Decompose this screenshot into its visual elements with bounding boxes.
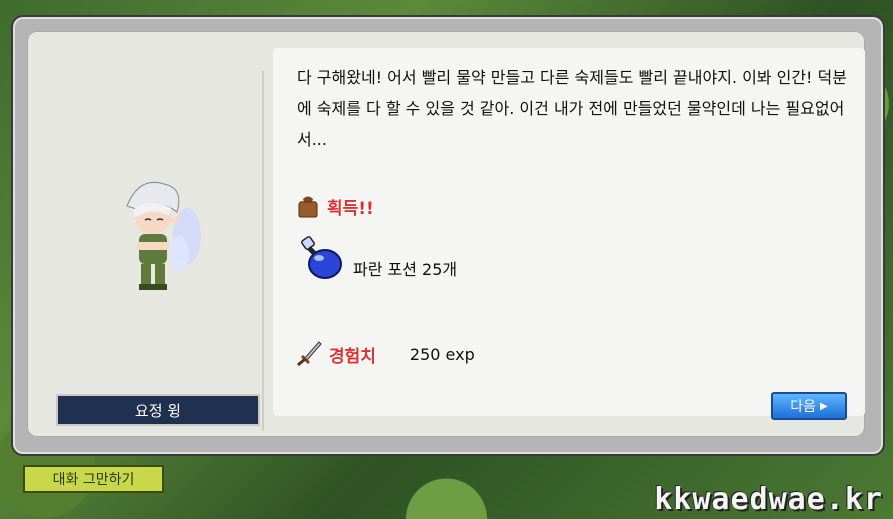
reward-item-label: 파란 포션 25개 (353, 260, 458, 279)
arrow-right-icon: ▶ (820, 400, 828, 412)
bag-icon (298, 196, 318, 218)
watermark: kkwaedwae.kr (654, 482, 883, 517)
next-button-label: 다음 (790, 399, 817, 415)
exp-value: 250 exp (409, 344, 475, 364)
sword-icon (297, 341, 322, 367)
exp-reward-row: 경험치 250 exp (295, 340, 475, 368)
blue-potion-icon (301, 236, 342, 279)
end-chat-button[interactable]: 대화 그만하기 (23, 465, 164, 493)
panel-divider (262, 71, 264, 431)
dialog-inner-panel: 요정 윙 다 구해왔네! 어서 빨리 물약 만들고 다른 숙제들도 빨리 끝내야… (27, 31, 865, 437)
next-button[interactable]: 다음 ▶ (771, 392, 847, 420)
dialog-message: 다 구해왔네! 어서 빨리 물약 만들고 다른 숙제들도 빨리 끝내야지. 이봐… (297, 68, 847, 149)
reward-item-row: 파란 포션 25개 (299, 236, 457, 282)
exp-label: 경험치 (329, 346, 376, 367)
npc-portrait-area: 요정 윙 (41, 131, 260, 426)
reward-header: 획득!! (295, 193, 374, 219)
dialog-text-panel: 다 구해왔네! 어서 빨리 물약 만들고 다른 숙제들도 빨리 끝내야지. 이봐… (273, 48, 865, 420)
reward-header-label: 획득!! (327, 198, 374, 219)
npc-name-label: 요정 윙 (56, 394, 260, 426)
npc-dialog-window: 요정 윙 다 구해왔네! 어서 빨리 물약 만들고 다른 숙제들도 빨리 끝내야… (11, 15, 885, 456)
fairy-npc-sprite (126, 181, 201, 290)
